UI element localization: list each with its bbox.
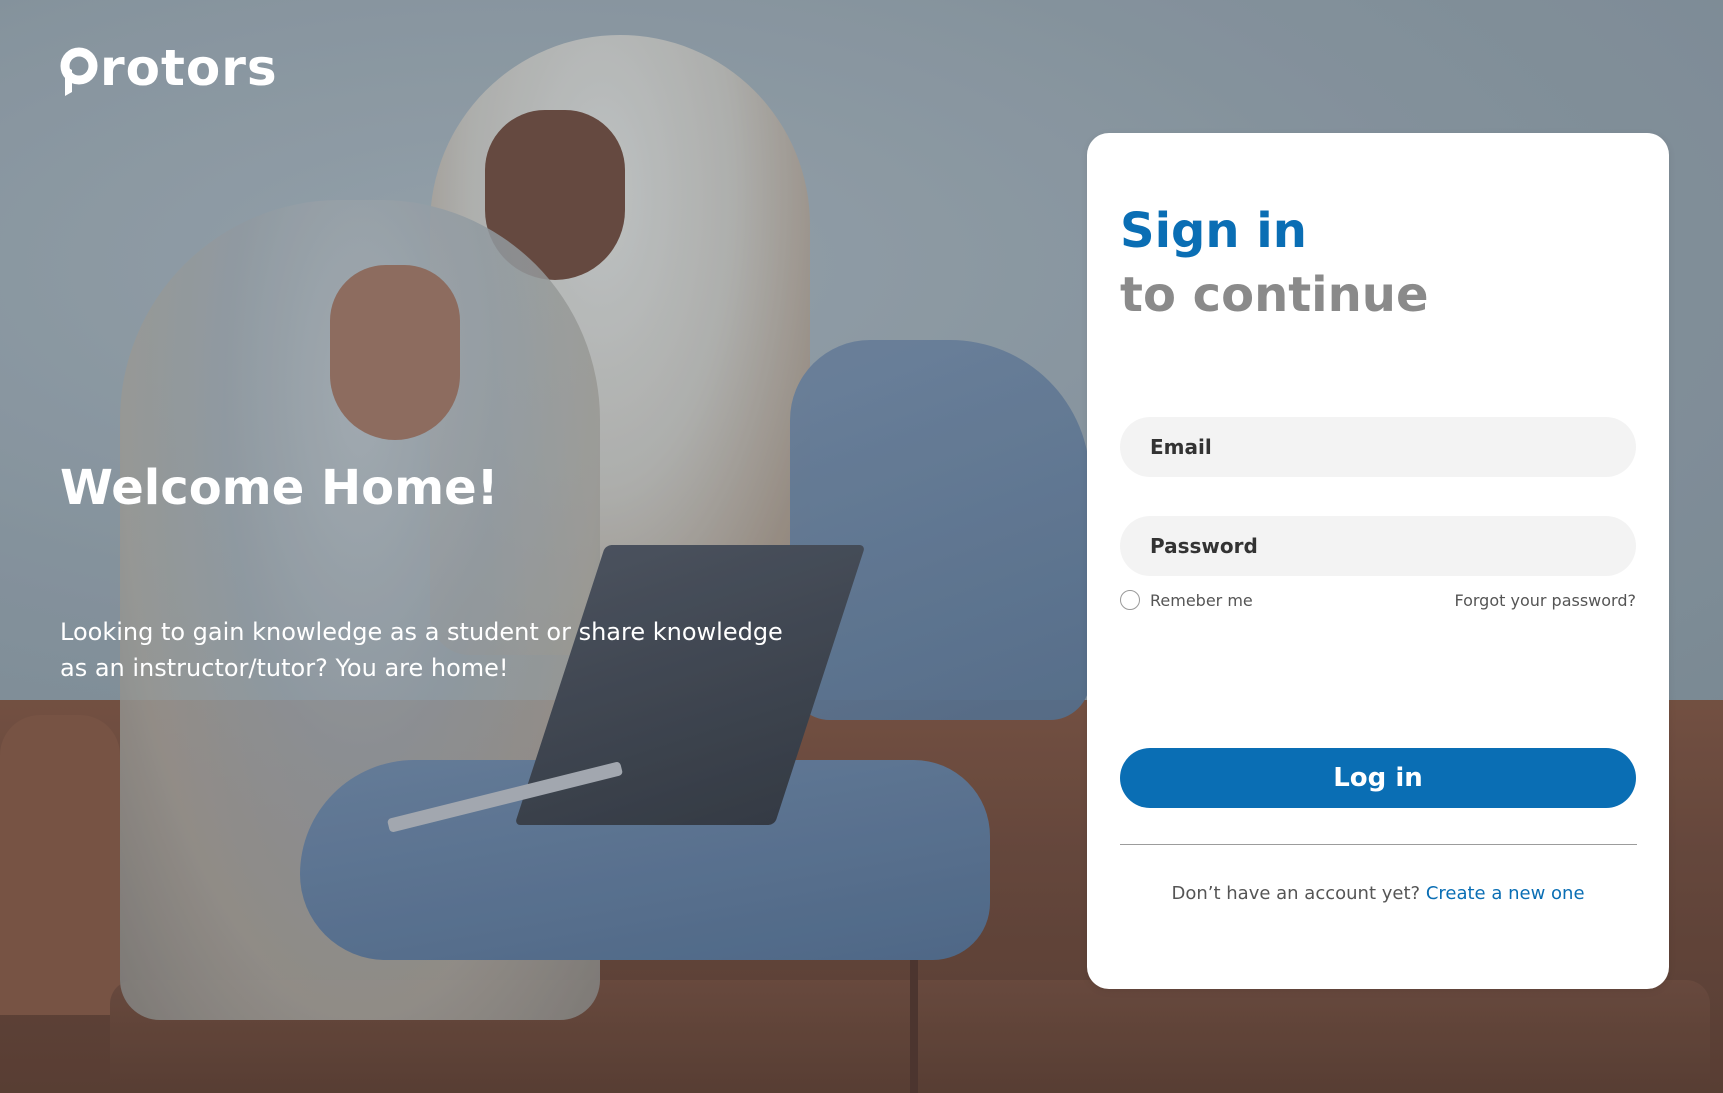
login-button[interactable]: Log in <box>1120 748 1636 808</box>
remember-me-label: Remeber me <box>1150 590 1253 610</box>
remember-me-radio[interactable] <box>1120 590 1140 610</box>
logo-text: rotors <box>100 39 278 97</box>
forgot-password-link[interactable]: Forgot your password? <box>1454 591 1636 610</box>
password-field[interactable] <box>1120 516 1636 576</box>
signup-prompt-row: Don’t have an account yet? Create a new … <box>1087 883 1669 904</box>
welcome-title: Welcome Home! <box>60 460 499 516</box>
remember-me-option[interactable]: Remeber me <box>1120 590 1253 610</box>
welcome-description: Looking to gain knowledge as a student o… <box>60 618 783 682</box>
email-field[interactable] <box>1120 417 1636 477</box>
signin-subtitle: to continue <box>1120 267 1429 323</box>
signin-card: Sign in to continue Remeber me Forgot yo… <box>1087 133 1669 989</box>
logo-mark-icon <box>60 46 98 98</box>
signup-prompt: Don’t have an account yet? <box>1171 883 1421 904</box>
logo-mark-svg <box>60 47 98 96</box>
divider <box>1120 844 1637 845</box>
create-account-link[interactable]: Create a new one <box>1426 883 1585 904</box>
brand-logo[interactable]: rotors <box>60 38 278 98</box>
signin-title: Sign in <box>1120 203 1307 259</box>
